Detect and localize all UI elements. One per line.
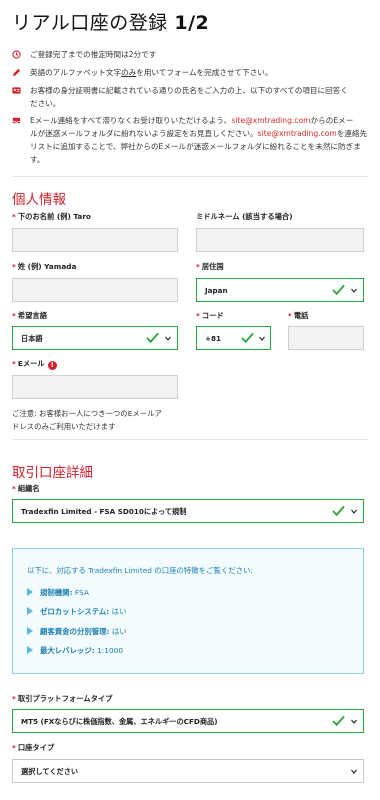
triangle-bullet-icon xyxy=(27,646,33,654)
triangle-bullet-icon xyxy=(27,627,33,635)
clock-icon xyxy=(12,50,21,59)
middle-name-label: ミドルネーム (該当する場合) xyxy=(196,212,293,221)
middle-name-input[interactable] xyxy=(196,228,364,252)
pencil-icon xyxy=(12,68,21,77)
section-trading: 取引口座詳細 xyxy=(12,465,93,481)
email-note: ご注意: お客様お一人につき一つのEメールア ドレスのみご利用いただけます xyxy=(12,409,162,431)
platform-label: * 取引プラットフォームタイプ xyxy=(12,694,113,703)
chevron-down-icon xyxy=(351,769,357,774)
feature-item: 規制機関: FSA xyxy=(27,587,89,598)
account-features-box: 以下に、対応する Tradexfin Limited の口座の特徴をご覧ください… xyxy=(12,548,364,674)
entity-select[interactable]: Tradexfin Limited - FSA SD010によって規制 xyxy=(12,499,364,523)
divider xyxy=(12,439,368,440)
feature-item: 顧客資金の分別管理: はい xyxy=(27,626,127,637)
feature-item: ゼロカットシステム: はい xyxy=(27,606,126,617)
info-alphabet: 英語のアルファベット文字のみを用いてフォームを完成させて下さい。 xyxy=(12,66,368,79)
country-label: * 居住国 xyxy=(196,262,224,271)
phone-input[interactable] xyxy=(288,326,364,350)
inbox-icon xyxy=(12,117,21,124)
info-time: ご登録完了までの推定時間は2分です xyxy=(12,48,368,61)
last-name-input[interactable] xyxy=(12,278,178,302)
check-icon xyxy=(332,715,345,727)
step-indicator: 1/2 xyxy=(174,12,210,34)
feature-item: 最大レバレッジ: 1:1000 xyxy=(27,645,123,656)
entity-label: * 組織名 xyxy=(12,484,40,493)
first-name-input[interactable] xyxy=(12,228,178,252)
check-icon xyxy=(332,505,345,517)
info-icon[interactable]: ! xyxy=(47,361,57,370)
country-code-select[interactable]: +81 xyxy=(196,326,271,350)
check-icon xyxy=(332,284,345,296)
id-card-icon xyxy=(12,87,21,94)
chevron-down-icon xyxy=(351,288,357,293)
chevron-down-icon xyxy=(259,336,265,341)
country-select[interactable]: Japan xyxy=(196,278,364,302)
language-label: * 希望言語 xyxy=(12,311,48,320)
account-type-label: * 口座タイプ xyxy=(12,743,55,752)
info-email: Eメール連絡をすべて滞りなくお受け取りいただけるよう、site@xmtradin… xyxy=(12,114,368,166)
info-id: お客様の身分証明書に記載されている通りの氏名をご入力の上、以下のすべての項目に回… xyxy=(12,84,368,110)
page-title: リアル口座の登録 1/2 xyxy=(12,12,210,34)
features-intro: 以下に、対応する Tradexfin Limited の口座の特徴をご覧ください… xyxy=(27,566,253,575)
phone-label: * 電話 xyxy=(288,311,309,320)
check-icon xyxy=(241,332,254,344)
email-link-2[interactable]: site@xmtrading.com xyxy=(258,129,337,138)
section-personal: 個人情報 xyxy=(12,192,66,208)
platform-select[interactable]: MT5 (FXならびに株価指数、金属、エネルギーのCFD商品) xyxy=(12,709,364,733)
divider xyxy=(12,176,368,177)
account-type-select[interactable]: 選択してください xyxy=(12,759,364,783)
language-select[interactable]: 日本語 xyxy=(12,326,178,350)
chevron-down-icon xyxy=(165,336,171,341)
check-icon xyxy=(146,332,159,344)
last-name-label: * 姓 (例) Yamada xyxy=(12,262,77,271)
triangle-bullet-icon xyxy=(27,607,33,615)
chevron-down-icon xyxy=(351,719,357,724)
email-label: * Eメール! xyxy=(12,359,57,370)
chevron-down-icon xyxy=(351,509,357,514)
first-name-label: * 下のお名前 (例) Taro xyxy=(12,212,91,221)
code-label: * コード xyxy=(196,311,224,320)
email-link-1[interactable]: site@xmtrading.com xyxy=(231,116,310,125)
triangle-bullet-icon xyxy=(27,588,33,596)
email-input[interactable] xyxy=(12,375,178,399)
